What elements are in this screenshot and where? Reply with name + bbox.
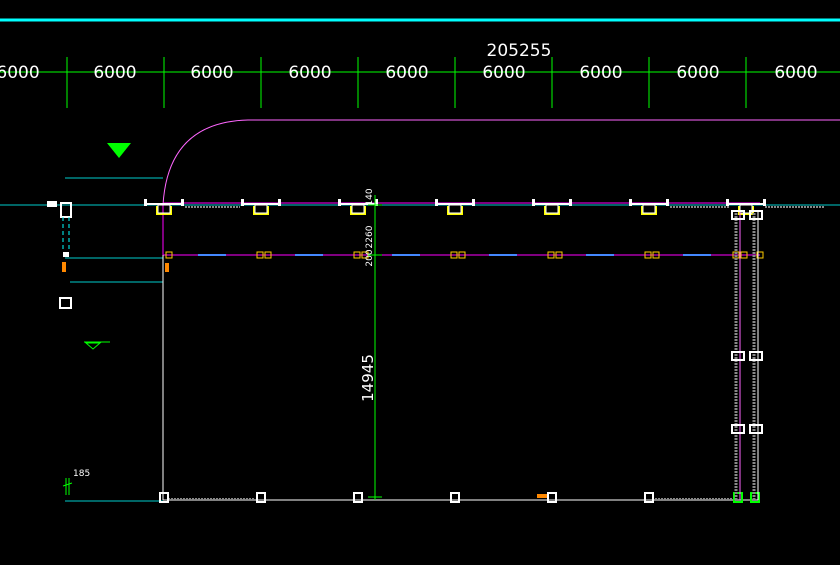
span-label: 6000 [774, 63, 817, 83]
dim-top-gap: 140 [365, 188, 375, 205]
top-column-unit [144, 199, 184, 215]
top-column-unit [532, 199, 572, 215]
orange-marker-2 [537, 494, 547, 498]
vertical-dimension-label: 14945 [359, 354, 377, 402]
level-marker-icon [84, 341, 110, 350]
elevation-triangle-icon [107, 143, 131, 158]
top-column-unit [629, 199, 669, 215]
bottom-column [644, 492, 654, 503]
left-small-dimension-label: 185 [73, 469, 90, 479]
span-label: 6000 [385, 63, 428, 83]
ladder-node [731, 351, 745, 361]
left-column-detail [47, 201, 72, 309]
ladder-node [731, 424, 745, 434]
cad-canvas[interactable]: 205255 6000 6000 6000 6000 6000 6000 6000 6000 6… [0, 0, 840, 561]
span-label: 6000 [676, 63, 719, 83]
dim-third-gap: 200 [365, 249, 375, 266]
ladder-node [749, 351, 763, 361]
span-label: 6000 [482, 63, 525, 83]
orange-marker-1 [165, 263, 169, 272]
span-label: 6000 [0, 63, 40, 83]
span-label: 6000 [93, 63, 136, 83]
left-small-dimension [62, 478, 73, 495]
bottom-column [547, 492, 557, 503]
span-dimension-line: 6000 6000 6000 6000 6000 6000 6000 6000 6000 [0, 57, 840, 108]
bottom-column [353, 492, 363, 503]
bottom-column-row [159, 492, 760, 503]
top-column-unit [241, 199, 281, 215]
span-label: 6000 [288, 63, 331, 83]
overall-dimension-label: 205255 [487, 41, 552, 61]
cad-drawing: 205255 6000 6000 6000 6000 6000 6000 6000 6000 6… [0, 18, 840, 503]
bottom-column-corner [733, 492, 743, 503]
bottom-column [256, 492, 266, 503]
ladder-node [749, 424, 763, 434]
bottom-column [450, 492, 460, 503]
dim-second-gap: 2260 [365, 225, 375, 248]
roof-curve-outline [162, 119, 840, 206]
span-label: 6000 [190, 63, 233, 83]
span-label: 6000 [579, 63, 622, 83]
top-column-unit [435, 199, 475, 215]
